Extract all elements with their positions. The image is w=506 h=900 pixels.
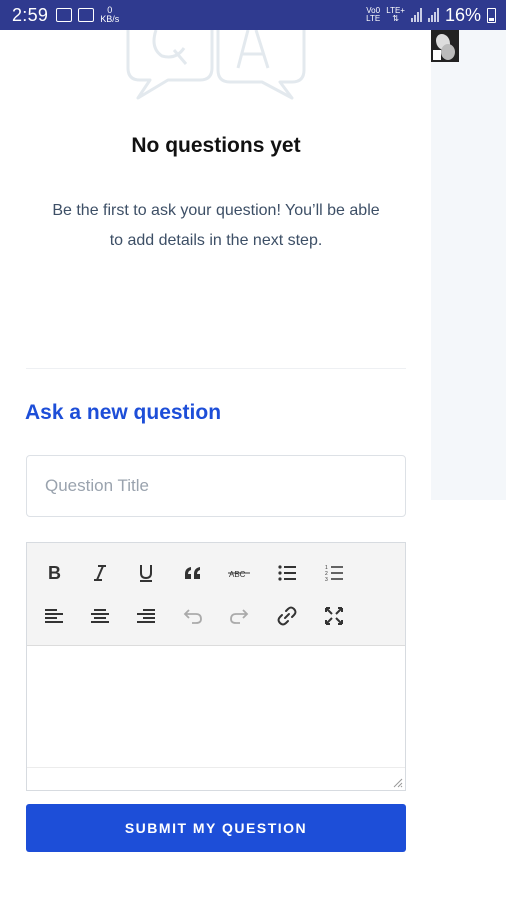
signal-strength-icon xyxy=(410,8,422,22)
empty-state-description: Be the first to ask your question! You’l… xyxy=(52,202,380,249)
battery-icon xyxy=(487,7,496,23)
data-speed-unit: KB/s xyxy=(100,14,120,24)
insert-link-button[interactable] xyxy=(273,602,301,630)
fullscreen-icon xyxy=(325,607,343,625)
align-center-button[interactable] xyxy=(86,602,114,630)
editor-content-area[interactable] xyxy=(27,646,405,768)
redo-icon xyxy=(230,609,249,624)
italic-button[interactable] xyxy=(86,559,114,587)
editor-toolbar: B ABC 123 xyxy=(27,543,405,646)
lte-indicator: LTE+ ⇅ xyxy=(386,6,405,23)
strikethrough-button[interactable]: ABC xyxy=(225,559,253,587)
battery-percentage: 16% xyxy=(444,4,481,25)
bold-icon: B xyxy=(48,564,61,582)
signal-strength-2-icon xyxy=(427,8,439,22)
svg-text:ABC: ABC xyxy=(229,570,246,579)
underline-button[interactable] xyxy=(132,559,160,587)
undo-icon xyxy=(183,609,202,624)
redo-button[interactable] xyxy=(225,602,253,630)
rich-text-editor: B ABC 123 xyxy=(26,542,406,791)
section-divider xyxy=(26,368,406,369)
avatar[interactable] xyxy=(431,30,459,62)
link-icon xyxy=(277,606,297,626)
numbered-list-icon: 123 xyxy=(325,565,343,582)
bulleted-list-icon xyxy=(278,565,296,581)
align-left-button[interactable] xyxy=(40,602,68,630)
underline-icon xyxy=(140,565,152,582)
status-time: 2:59 xyxy=(12,4,49,25)
strikethrough-icon: ABC xyxy=(228,570,250,579)
align-right-button[interactable] xyxy=(132,602,160,630)
submit-question-button[interactable]: SUBMIT MY QUESTION xyxy=(26,804,406,852)
svg-text:B: B xyxy=(48,564,61,582)
editor-statusbar xyxy=(27,767,405,790)
empty-state-title: No questions yet xyxy=(131,134,301,157)
gallery-notification-icon xyxy=(56,8,73,22)
align-center-icon xyxy=(91,609,109,623)
align-right-icon xyxy=(137,609,155,623)
ask-question-heading: Ask a new question xyxy=(25,401,222,424)
numbered-list-button[interactable]: 123 xyxy=(320,559,348,587)
svg-text:3: 3 xyxy=(325,577,328,582)
align-left-icon xyxy=(45,609,63,623)
message-notification-icon xyxy=(78,8,95,22)
bold-button[interactable]: B xyxy=(40,559,68,587)
data-speed-indicator: 0 KB/s xyxy=(100,6,119,24)
question-title-input[interactable] xyxy=(26,455,406,517)
bulleted-list-button[interactable] xyxy=(273,559,301,587)
undo-button[interactable] xyxy=(179,602,207,630)
blockquote-button[interactable] xyxy=(179,559,207,587)
side-panel xyxy=(431,30,506,500)
resize-handle-icon[interactable] xyxy=(391,776,403,788)
italic-icon xyxy=(94,565,106,581)
status-bar: 2:59 0 KB/s Vo0 LTE LTE+ ⇅ 16% xyxy=(0,0,506,30)
quote-icon xyxy=(185,567,200,579)
qa-illustration-icon xyxy=(126,30,306,100)
volte-indicator: Vo0 LTE xyxy=(366,6,381,23)
fullscreen-button[interactable] xyxy=(320,602,348,630)
